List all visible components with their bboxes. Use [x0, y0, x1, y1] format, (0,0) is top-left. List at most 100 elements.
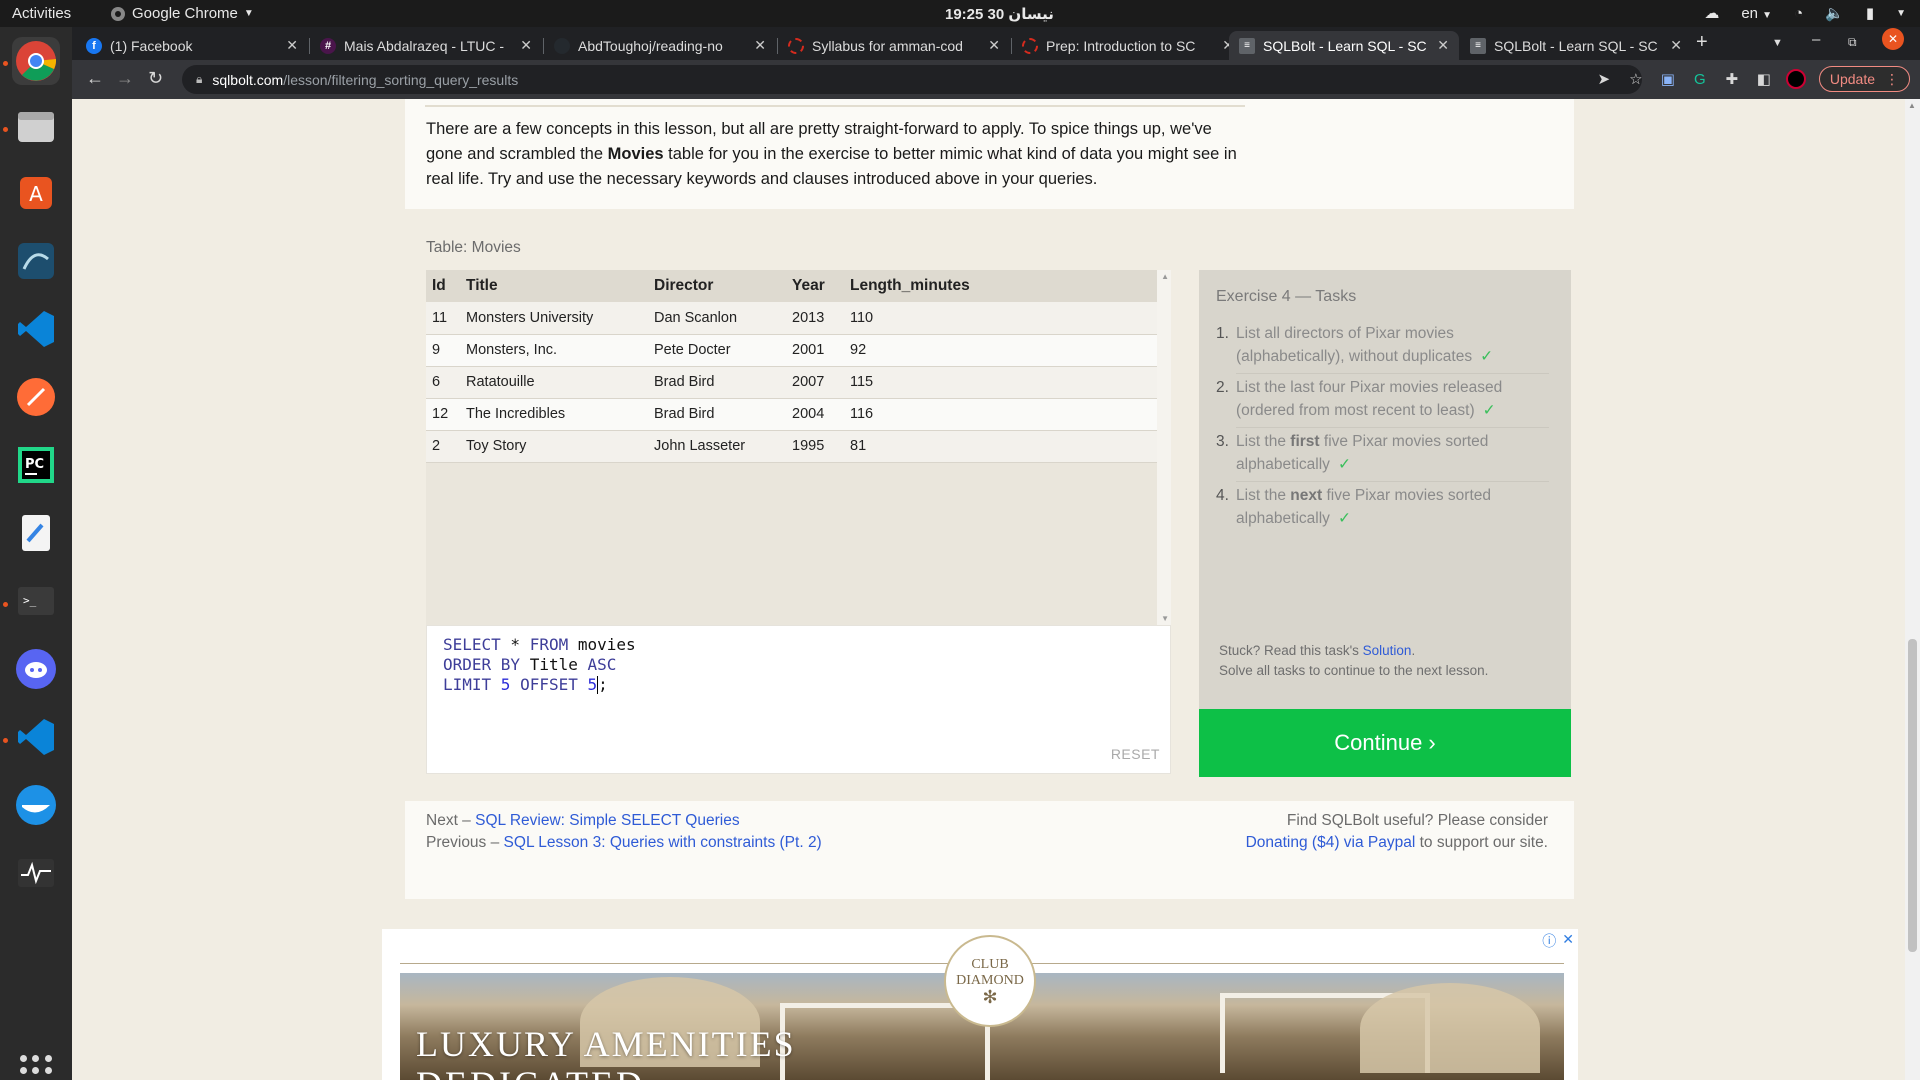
system-menu-chevron-icon[interactable]: ▼	[1896, 8, 1906, 19]
tab-search-chevron-icon[interactable]: ▼	[1772, 37, 1783, 49]
table-cell: Toy Story	[460, 430, 648, 463]
new-tab-button[interactable]: +	[1696, 31, 1708, 54]
checkmark-icon: ✓	[1337, 510, 1351, 527]
table-cell: 110	[844, 302, 1157, 335]
app-menu[interactable]: Google Chrome ▼	[110, 5, 254, 22]
results-table-container[interactable]: Id Title Director Year Length_minutes 11…	[426, 270, 1171, 625]
forward-button[interactable]: →	[116, 68, 134, 89]
address-bar[interactable]: 🔒︎ sqlbolt.com/lesson/filtering_sorting_…	[182, 65, 1642, 94]
bookmark-star-icon[interactable]: ☆	[1623, 66, 1649, 92]
continue-button[interactable]: Continue ›	[1199, 709, 1571, 777]
reset-button[interactable]: RESET	[1111, 744, 1160, 764]
column-header: Length_minutes	[844, 270, 1157, 302]
code-line: SELECT * FROM movies	[443, 635, 636, 654]
ad-info-icon[interactable]: ⓘ	[1542, 931, 1556, 951]
solve-all-note: Solve all tasks to continue to the next …	[1219, 663, 1489, 678]
chrome-small-icon	[111, 6, 125, 21]
system-top-bar: Activities Google Chrome ▼ 19:25 30 نيسا…	[0, 0, 1920, 27]
tab-facebook[interactable]: f (1) Facebook ✕	[76, 31, 308, 60]
task-item[interactable]: 2. List the last four Pixar movies relea…	[1216, 376, 1546, 422]
previous-lesson-link[interactable]: SQL Lesson 3: Queries with constraints (…	[504, 834, 822, 851]
tab-prep[interactable]: Prep: Introduction to SC ✕	[1012, 31, 1244, 60]
dock-postman[interactable]	[12, 373, 60, 421]
send-icon[interactable]: ➤	[1591, 66, 1617, 92]
task-item[interactable]: 3. List the first five Pixar movies sort…	[1216, 430, 1546, 476]
update-button[interactable]: Update ⋮	[1818, 66, 1910, 92]
page-scrollbar[interactable]: ▲	[1905, 99, 1920, 1080]
scroll-up-arrow-icon[interactable]: ▲	[1908, 101, 1916, 110]
donate-link[interactable]: Donating ($4) via Paypal	[1246, 834, 1416, 851]
tab-slack[interactable]: # Mais Abdalrazeq - LTUC - ✕	[310, 31, 542, 60]
task-item[interactable]: 1. List all directors of Pixar movies (a…	[1216, 322, 1546, 368]
running-indicator	[3, 127, 8, 132]
clock[interactable]: 19:25 30 نيسان	[945, 5, 1054, 23]
extension-screen-icon[interactable]: ▣	[1655, 66, 1681, 92]
task-item[interactable]: 4. List the next five Pixar movies sorte…	[1216, 484, 1546, 530]
dock-vscode-2[interactable]	[12, 713, 60, 761]
ad-close-icon[interactable]: ✕	[1562, 931, 1574, 951]
language-indicator[interactable]: en ▼	[1741, 5, 1772, 22]
close-icon[interactable]: ✕	[754, 37, 766, 54]
reload-button[interactable]: ↻	[148, 68, 163, 89]
postman-icon	[17, 378, 55, 416]
column-header: Director	[648, 270, 786, 302]
close-icon[interactable]: ✕	[520, 37, 532, 54]
canvas-icon	[788, 37, 804, 54]
system-tray[interactable]: ☁ en ▼ ◔ 🔈 ▮ ▼	[1704, 4, 1906, 23]
tab-title: Syllabus for amman-cod	[812, 37, 963, 54]
scroll-down-arrow-icon[interactable]: ▼	[1161, 614, 1169, 623]
lock-icon[interactable]: 🔒︎	[196, 72, 202, 87]
url-host: sqlbolt.com	[212, 71, 284, 88]
table-cell: Ratatouille	[460, 366, 648, 399]
dock-system-monitor[interactable]	[12, 849, 60, 897]
battery-icon[interactable]: ▮	[1866, 4, 1874, 22]
scrollbar-thumb[interactable]	[1908, 639, 1917, 952]
running-indicator	[3, 738, 8, 743]
close-icon[interactable]: ✕	[988, 37, 1000, 54]
sql-query-editor[interactable]: SELECT * FROM movies ORDER BY Title ASC …	[426, 625, 1171, 774]
checkmark-icon: ✓	[1480, 348, 1494, 365]
dock-docker[interactable]	[12, 781, 60, 829]
wifi-icon[interactable]: ◔	[1794, 5, 1803, 22]
dock-app-center[interactable]: A	[12, 169, 60, 217]
tab-sqlbolt[interactable]: ≡ SQLBolt - Learn SQL - SC ✕	[1460, 31, 1692, 60]
table-cell: The Incredibles	[460, 398, 648, 431]
club-diamond-logo: CLUB DIAMOND ✻	[944, 935, 1036, 1027]
dock-terminal[interactable]: >_	[12, 577, 60, 625]
minimize-button[interactable]: –	[1812, 31, 1820, 48]
dock-pycharm[interactable]: PC	[12, 441, 60, 489]
dock-mysql-workbench[interactable]	[12, 237, 60, 285]
lesson-card: There are a few concepts in this lesson,…	[405, 99, 1574, 899]
show-applications-icon[interactable]	[20, 1055, 52, 1080]
table-row: 2 Toy Story John Lasseter 1995 81	[426, 430, 1157, 463]
dock-text-editor[interactable]	[12, 509, 60, 557]
weather-icon[interactable]: ☁	[1704, 4, 1719, 22]
back-button[interactable]: ←	[86, 68, 104, 89]
close-window-button[interactable]: ✕	[1882, 28, 1904, 50]
dock-files[interactable]	[12, 102, 60, 150]
tab-github[interactable]: AbdToughoj/reading-no ✕	[544, 31, 776, 60]
close-icon[interactable]: ✕	[1437, 37, 1449, 54]
volume-icon[interactable]: 🔈	[1825, 4, 1844, 22]
solution-link[interactable]: Solution	[1363, 643, 1412, 658]
close-icon[interactable]: ✕	[286, 37, 298, 54]
close-icon[interactable]: ✕	[1670, 37, 1682, 54]
advertisement-banner[interactable]: ⓘ ✕ LUXURY AMENITIES DEDICATED CLUB DIAM…	[382, 929, 1578, 1080]
maximize-button[interactable]: ⧉	[1848, 35, 1857, 50]
side-panel-icon[interactable]: ◧	[1751, 66, 1777, 92]
tab-sqlbolt-active[interactable]: ≡ SQLBolt - Learn SQL - SC ✕	[1229, 31, 1459, 60]
table-cell: Monsters, Inc.	[460, 334, 648, 367]
system-monitor-icon	[18, 859, 54, 887]
extensions-puzzle-icon[interactable]: ✚	[1719, 66, 1745, 92]
dock-chrome[interactable]	[12, 37, 60, 85]
table-cell: Brad Bird	[648, 398, 786, 431]
profile-avatar[interactable]	[1783, 66, 1809, 92]
grammarly-icon[interactable]: G	[1687, 66, 1713, 92]
palm-icon: ✻	[982, 987, 998, 1007]
next-lesson-link[interactable]: SQL Review: Simple SELECT Queries	[475, 812, 739, 829]
dock-discord[interactable]	[12, 645, 60, 693]
activities-button[interactable]: Activities	[12, 5, 71, 22]
dock-vscode[interactable]	[12, 305, 60, 353]
scroll-up-arrow-icon[interactable]: ▲	[1161, 272, 1169, 281]
tab-syllabus[interactable]: Syllabus for amman-cod ✕	[778, 31, 1010, 60]
